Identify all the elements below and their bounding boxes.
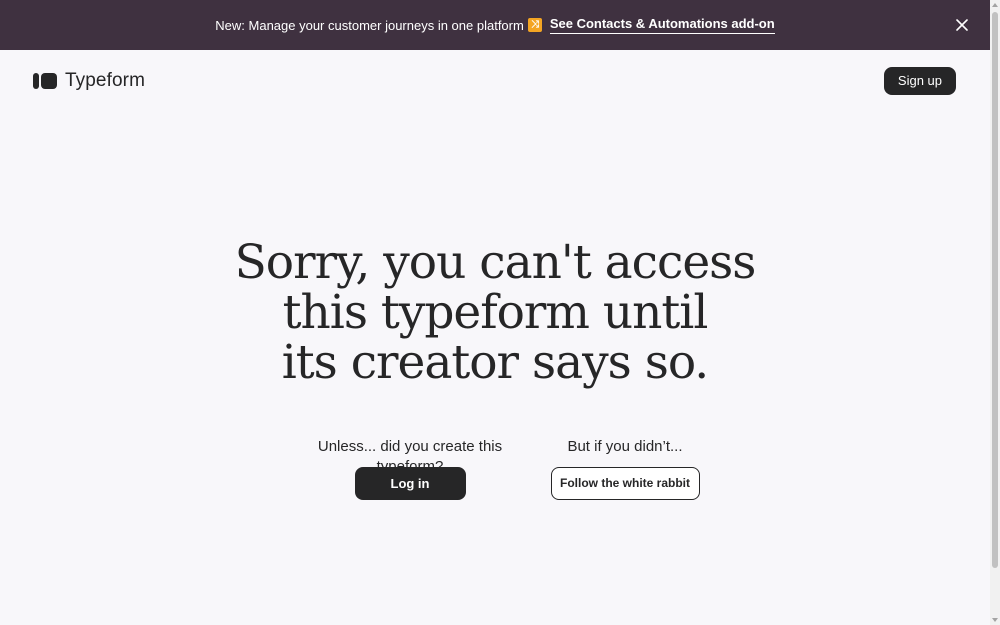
- scroll-down-arrow-icon[interactable]: [992, 618, 998, 622]
- page: New: Manage your customer journeys in on…: [0, 0, 1000, 625]
- close-icon[interactable]: [954, 17, 970, 33]
- site-header: Typeform Sign up: [0, 50, 990, 110]
- banner-text: New: Manage your customer journeys in on…: [215, 17, 524, 33]
- scroll-thumb[interactable]: [992, 12, 998, 568]
- scroll-up-arrow-icon[interactable]: [992, 3, 998, 7]
- rabbit-section: But if you didn’t... Follow the white ra…: [545, 437, 705, 500]
- sign-up-button[interactable]: Sign up: [883, 67, 956, 95]
- headline-line-3: its creator says so.: [281, 335, 709, 390]
- follow-white-rabbit-button[interactable]: Follow the white rabbit: [550, 467, 700, 500]
- typeform-logo-icon: [33, 73, 57, 89]
- contacts-automations-link[interactable]: See Contacts & Automations add-on: [549, 16, 775, 34]
- typeform-logo[interactable]: Typeform: [33, 70, 145, 92]
- page-title: Sorry, you can't access this typeform un…: [0, 238, 990, 388]
- shuffle-emoji-icon: ⤨: [527, 18, 542, 32]
- non-creator-prompt: But if you didn’t...: [567, 438, 683, 455]
- vertical-scrollbar[interactable]: [990, 0, 1000, 625]
- creator-prompt: Unless... did you create this typeform?: [317, 438, 503, 475]
- login-section: Unless... did you create this typeform? …: [290, 437, 530, 500]
- logo-text: Typeform: [65, 70, 145, 91]
- log-in-button[interactable]: Log in: [354, 467, 466, 500]
- headline-line-1: Sorry, you can't access: [234, 235, 757, 290]
- announcement-banner: New: Manage your customer journeys in on…: [0, 0, 990, 50]
- headline-line-2: this typeform until: [282, 285, 709, 340]
